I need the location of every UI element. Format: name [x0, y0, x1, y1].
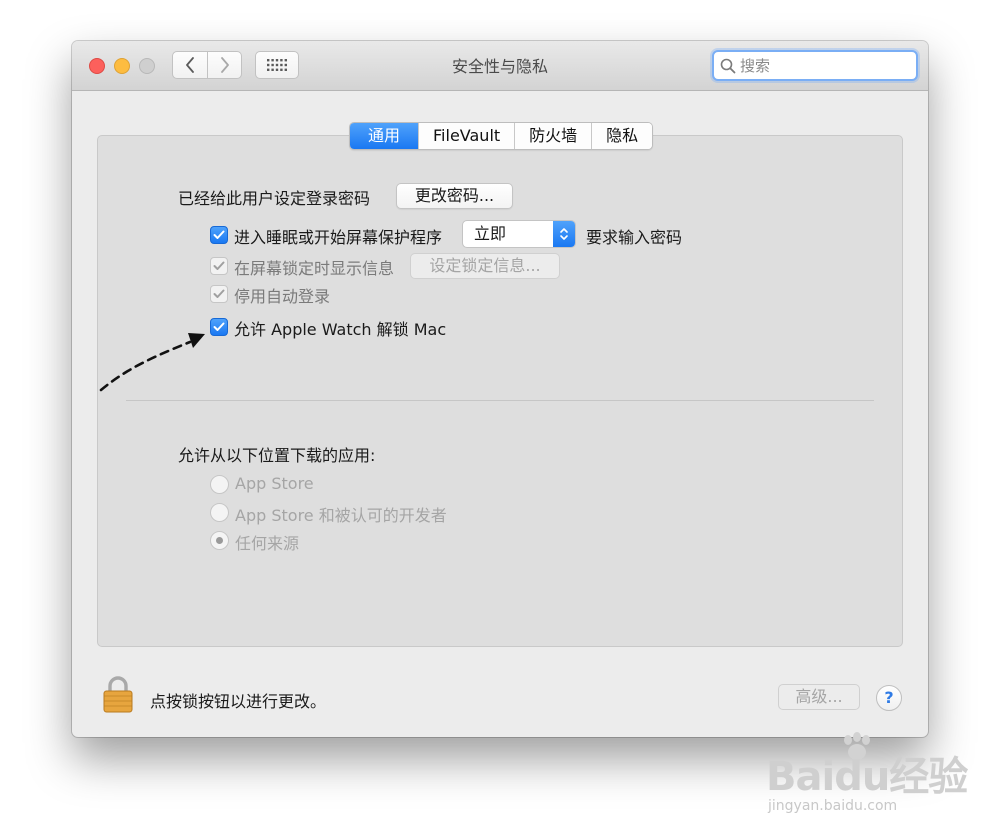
lock-button[interactable] — [102, 675, 134, 717]
require-password-delay-select[interactable]: 立即 — [462, 220, 576, 248]
checkmark-icon — [213, 289, 225, 298]
require-password-label: 进入睡眠或开始屏幕保护程序 — [234, 228, 443, 247]
radio-app-store-identified-label: App Store 和被认可的开发者 — [235, 506, 447, 525]
help-button[interactable]: ? — [876, 685, 902, 711]
watermark-url: jingyan.baidu.com — [768, 798, 898, 814]
general-panel — [97, 135, 903, 647]
zoom-window-button[interactable] — [139, 58, 155, 74]
search-icon — [720, 58, 736, 73]
show-all-button[interactable] — [255, 51, 299, 79]
chevron-left-icon — [186, 57, 194, 73]
show-message-checkbox[interactable] — [210, 257, 228, 275]
apple-watch-unlock-label: 允许 Apple Watch 解锁 Mac — [234, 320, 447, 339]
radio-anywhere-label: 任何来源 — [235, 534, 300, 553]
watermark-brand: Baidu经验 — [766, 754, 968, 800]
title-bar: 安全性与隐私 — [72, 41, 928, 91]
require-password-suffix: 要求输入密码 — [586, 228, 683, 247]
annotation-arrow-icon — [99, 333, 205, 392]
tab-firewall[interactable]: 防火墙 — [514, 123, 592, 149]
show-message-label: 在屏幕锁定时显示信息 — [234, 259, 395, 278]
advanced-button[interactable]: 高级... — [778, 684, 860, 710]
padlock-icon — [103, 676, 133, 713]
disable-auto-login-label: 停用自动登录 — [234, 287, 331, 306]
minimize-window-button[interactable] — [114, 58, 130, 74]
set-lock-message-button[interactable]: 设定锁定信息... — [410, 253, 560, 279]
checkmark-icon — [213, 230, 225, 239]
radio-selected-dot — [216, 537, 223, 544]
require-password-checkbox[interactable] — [210, 226, 228, 244]
back-button[interactable] — [172, 51, 208, 79]
radio-app-store-label: App Store — [235, 474, 314, 493]
forward-button[interactable] — [208, 51, 242, 79]
downloads-heading: 允许从以下位置下载的应用: — [178, 446, 376, 465]
radio-app-store-identified[interactable] — [210, 503, 229, 522]
chevron-right-icon — [220, 57, 229, 73]
stepper-arrows-icon — [553, 221, 575, 247]
tab-privacy[interactable]: 隐私 — [591, 123, 653, 149]
tab-general[interactable]: 通用 — [350, 123, 419, 149]
checkmark-icon — [213, 261, 225, 270]
close-window-button[interactable] — [89, 58, 105, 74]
section-divider — [126, 400, 874, 401]
select-value: 立即 — [474, 224, 507, 243]
tab-bar: 通用 FileVault 防火墙 隐私 — [349, 122, 654, 150]
search-field[interactable] — [712, 50, 918, 81]
grid-icon — [267, 59, 287, 71]
password-set-label: 已经给此用户设定登录密码 — [178, 189, 371, 208]
lock-hint-text: 点按锁按钮以进行更改。 — [150, 692, 327, 711]
radio-anywhere[interactable] — [210, 531, 229, 550]
disable-auto-login-checkbox[interactable] — [210, 285, 228, 303]
radio-app-store[interactable] — [210, 475, 229, 494]
change-password-button[interactable]: 更改密码... — [396, 183, 513, 209]
tab-filevault[interactable]: FileVault — [418, 123, 515, 149]
search-input[interactable] — [740, 56, 900, 75]
